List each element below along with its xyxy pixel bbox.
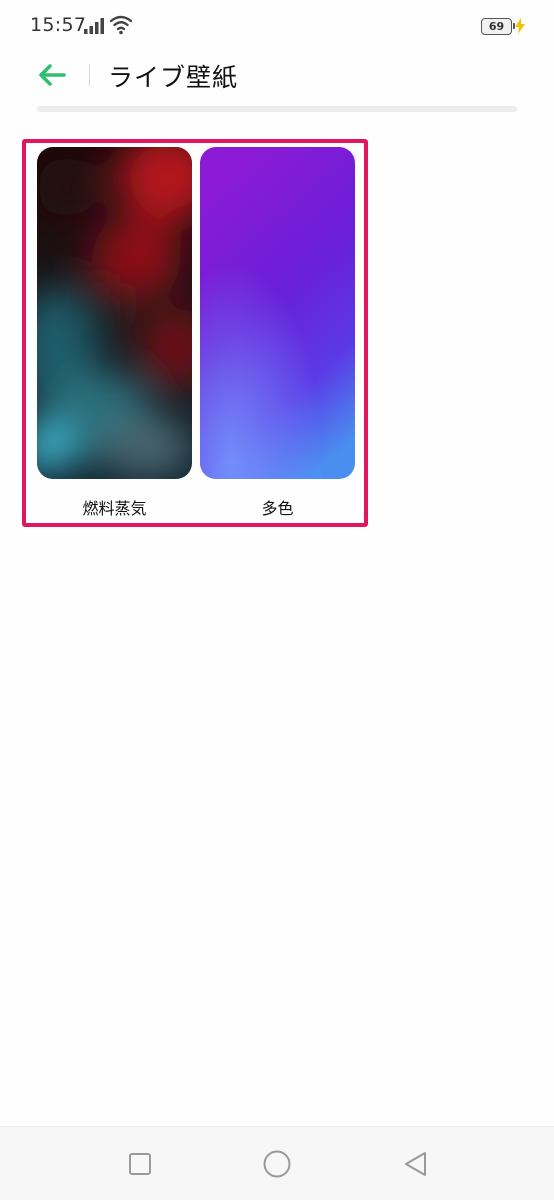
wallpaper-label: 多色 [261,499,294,518]
triangle-back-icon [405,1152,426,1176]
header-underline [37,106,517,112]
status-time: 15:57 [30,14,87,36]
signal-icon [84,18,104,34]
header-divider [89,64,90,86]
navigation-bar [0,1126,554,1200]
back-button[interactable] [32,58,72,92]
arrow-left-icon [39,64,66,86]
battery-icon: 69 [481,18,515,35]
battery-level: 69 [488,20,505,33]
status-bar: 15:57 69 [0,0,554,52]
wallpaper-label: 燃料蒸気 [82,499,147,518]
circle-home-icon [263,1150,291,1178]
square-recent-icon [129,1153,151,1175]
header: ライブ壁紙 [0,52,554,98]
page-title: ライブ壁紙 [108,63,239,92]
nav-back-button[interactable] [401,1149,431,1179]
wallpaper-fuel-vapor[interactable]: 燃料蒸気 [37,147,192,519]
wallpaper-thumbnail-multicolor [200,147,355,479]
wallpaper-grid: 燃料蒸気 多色 [22,139,368,527]
recent-apps-button[interactable] [125,1149,155,1179]
charging-icon [515,18,525,34]
wifi-icon [110,15,132,35]
wallpaper-multicolor[interactable]: 多色 [200,147,355,519]
wallpaper-thumbnail-fuel-vapor [37,147,192,479]
home-button[interactable] [262,1149,292,1179]
